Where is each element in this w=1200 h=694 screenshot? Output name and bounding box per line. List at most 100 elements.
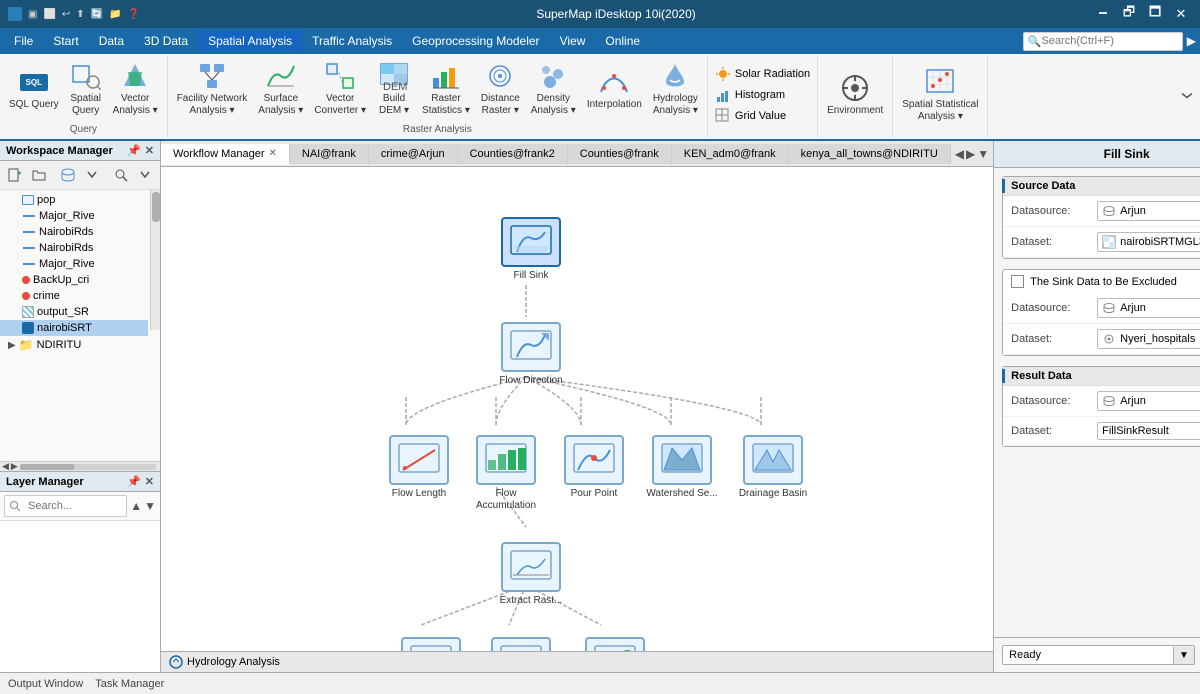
ws-search-btn[interactable] [110,164,132,186]
tab-crime-arjun[interactable]: crime@Arjun [369,144,458,164]
menu-spatial-analysis[interactable]: Spatial Analysis [198,31,302,51]
tab-workflow-close[interactable]: ✕ [269,148,277,159]
tree-item-pop[interactable]: pop [0,192,148,208]
tab-prev-btn[interactable]: ◀ [955,147,964,161]
layer-list [0,521,160,672]
menu-data[interactable]: Data [89,31,134,51]
restore-btn[interactable]: 🗗 [1118,5,1140,23]
hydrology-btn[interactable]: HydrologyAnalysis ▾ [648,58,703,120]
workspace-pin-btn[interactable]: 📌 [127,144,141,157]
tree-item-output-sr[interactable]: output_SR [0,304,148,320]
ws-new-btn[interactable] [4,164,26,186]
output-window-btn[interactable]: Output Window [8,678,83,690]
interpolation-btn[interactable]: Interpolation [582,64,647,114]
menu-online[interactable]: Online [595,31,650,51]
tree-scroll-right[interactable]: ▶ [11,461,18,472]
ready-dropdown-btn[interactable]: ▼ [1173,647,1194,664]
build-dem-btn[interactable]: DEM BuildDEM ▾ [372,58,416,120]
node-water-system[interactable]: Water System... [481,637,561,651]
menu-geoprocessing[interactable]: Geoprocessing Modeler [402,31,549,51]
tree-item-backup-cri[interactable]: BackUp_cri [0,272,148,288]
histogram-btn[interactable]: Histogram [712,86,813,104]
menu-view[interactable]: View [550,31,596,51]
ribbon-collapse-btn[interactable] [1180,88,1194,105]
environment-btn[interactable]: Environment [822,70,888,120]
tab-kenya-towns[interactable]: kenya_all_towns@NDIRITU [789,144,951,164]
tab-next-btn[interactable]: ▶ [966,147,975,161]
layer-search-input[interactable] [24,498,122,514]
maximize-btn[interactable]: 🗖 [1144,5,1166,23]
node-flow-direction[interactable]: Flow Direction [491,322,571,387]
menu-start[interactable]: Start [43,31,88,51]
menu-file[interactable]: File [4,31,43,51]
layer-close-btn[interactable]: ✕ [145,475,154,488]
tree-item-major-rive1[interactable]: Major_Rive [0,208,148,224]
tab-crime-arjun-label: crime@Arjun [381,148,445,160]
vector-analysis-btn[interactable]: VectorAnalysis ▾ [108,58,163,120]
tab-counties-frank[interactable]: Counties@frank [568,144,672,164]
workspace-close-btn[interactable]: ✕ [145,144,154,157]
tab-workflow[interactable]: Workflow Manager ✕ [161,144,290,165]
ws-datasource-btn[interactable] [57,164,79,186]
solar-radiation-btn[interactable]: Solar Radiation [712,65,813,83]
tree-item-ndiritu[interactable]: ▶ 📁 NDIRITU [0,336,148,354]
node-fill-sink[interactable]: Fill Sink [491,217,571,282]
spatial-query-btn[interactable]: SpatialQuery [64,58,108,120]
tab-list-btn[interactable]: ▼ [977,147,989,161]
grid-value-btn[interactable]: Grid Value [712,107,813,125]
spatial-stats-btn[interactable]: Spatial StatisticalAnalysis ▾ [897,64,983,126]
tree-scroll-left[interactable]: ◀ [2,461,9,472]
close-btn[interactable]: ✕ [1170,5,1192,23]
node-flow-accum[interactable]: Flow Accumulation [466,435,546,512]
sql-query-btn[interactable]: SQL SQL Query [4,64,64,114]
solar-radiation-icon [715,66,731,82]
db-icon [22,322,34,334]
workflow-canvas[interactable]: Fill Sink Flow Direction [161,167,993,651]
node-fill-sink-label: Fill Sink [513,270,548,282]
node-watershed-se[interactable]: Watershed Se... [642,435,722,500]
ws-dropdown-btn[interactable] [81,164,103,186]
tree-item-nairobi-rds1[interactable]: NairobiRds [0,224,148,240]
source-datasource-select[interactable]: Arjun ▼ [1097,201,1200,221]
ws-options-btn[interactable] [134,164,156,186]
node-pour-point[interactable]: Pour Point [554,435,634,500]
tab-counties-frank2[interactable]: Counties@frank2 [458,144,568,164]
node-connect-water[interactable]: Connect Wate... [575,637,655,651]
layer-down-btn[interactable]: ▼ [144,499,156,513]
result-datasource-select[interactable]: Arjun ▼ [1097,391,1200,411]
sink-exclude-checkbox[interactable] [1011,275,1024,288]
node-stream-order[interactable]: Stream Order [391,637,471,651]
surface-analysis-btn[interactable]: SurfaceAnalysis ▾ [253,58,308,120]
density-analysis-btn[interactable]: DensityAnalysis ▾ [526,58,581,120]
tab-ken-adm[interactable]: KEN_adm0@frank [672,144,789,164]
source-dataset-select[interactable]: nairobiSRTMGL3_1 ▼ [1097,232,1200,252]
search-box[interactable]: 🔍 [1023,32,1183,51]
ws-open-btn[interactable] [28,164,50,186]
facility-network-btn[interactable]: Facility NetworkAnalysis ▾ [172,58,253,120]
raster-icon [22,306,34,318]
search-input[interactable] [1041,35,1171,47]
raster-stats-btn[interactable]: RasterStatistics ▾ [417,58,475,120]
tree-item-major-rive2[interactable]: Major_Rive [0,256,148,272]
task-manager-btn[interactable]: Task Manager [95,678,164,690]
minimize-btn[interactable]: 🗕 [1092,5,1114,23]
tab-nai-frank[interactable]: NAI@frank [290,144,369,164]
expand-search-btn[interactable]: ▶ [1187,34,1196,48]
tree-item-nairobi-srt[interactable]: nairobiSRT [0,320,148,336]
menu-traffic[interactable]: Traffic Analysis [302,31,402,51]
vector-converter-btn[interactable]: VectorConverter ▾ [309,58,371,120]
result-datasource-row: Datasource: Arjun ▼ [1003,386,1200,417]
sink-exclude-datasource-select[interactable]: Arjun ▼ [1097,298,1200,318]
node-drainage-basin[interactable]: Drainage Basin [733,435,813,500]
sink-exclude-dataset-select[interactable]: Nyeri_hospitals ▼ [1097,329,1200,349]
menu-3d-data[interactable]: 3D Data [134,31,198,51]
node-flow-length[interactable]: Flow Length [379,435,459,500]
node-extract-rast[interactable]: Extract Rast... [491,542,571,607]
layer-pin-btn[interactable]: 📌 [127,475,141,488]
window-controls[interactable]: 🗕 🗗 🗖 ✕ [1092,5,1192,23]
tree-item-nairobi-rds2[interactable]: NairobiRds [0,240,148,256]
distance-raster-btn[interactable]: DistanceRaster ▾ [476,58,525,120]
result-dataset-input[interactable] [1097,422,1200,440]
layer-up-btn[interactable]: ▲ [130,499,142,513]
tree-item-crime[interactable]: crime [0,288,148,304]
